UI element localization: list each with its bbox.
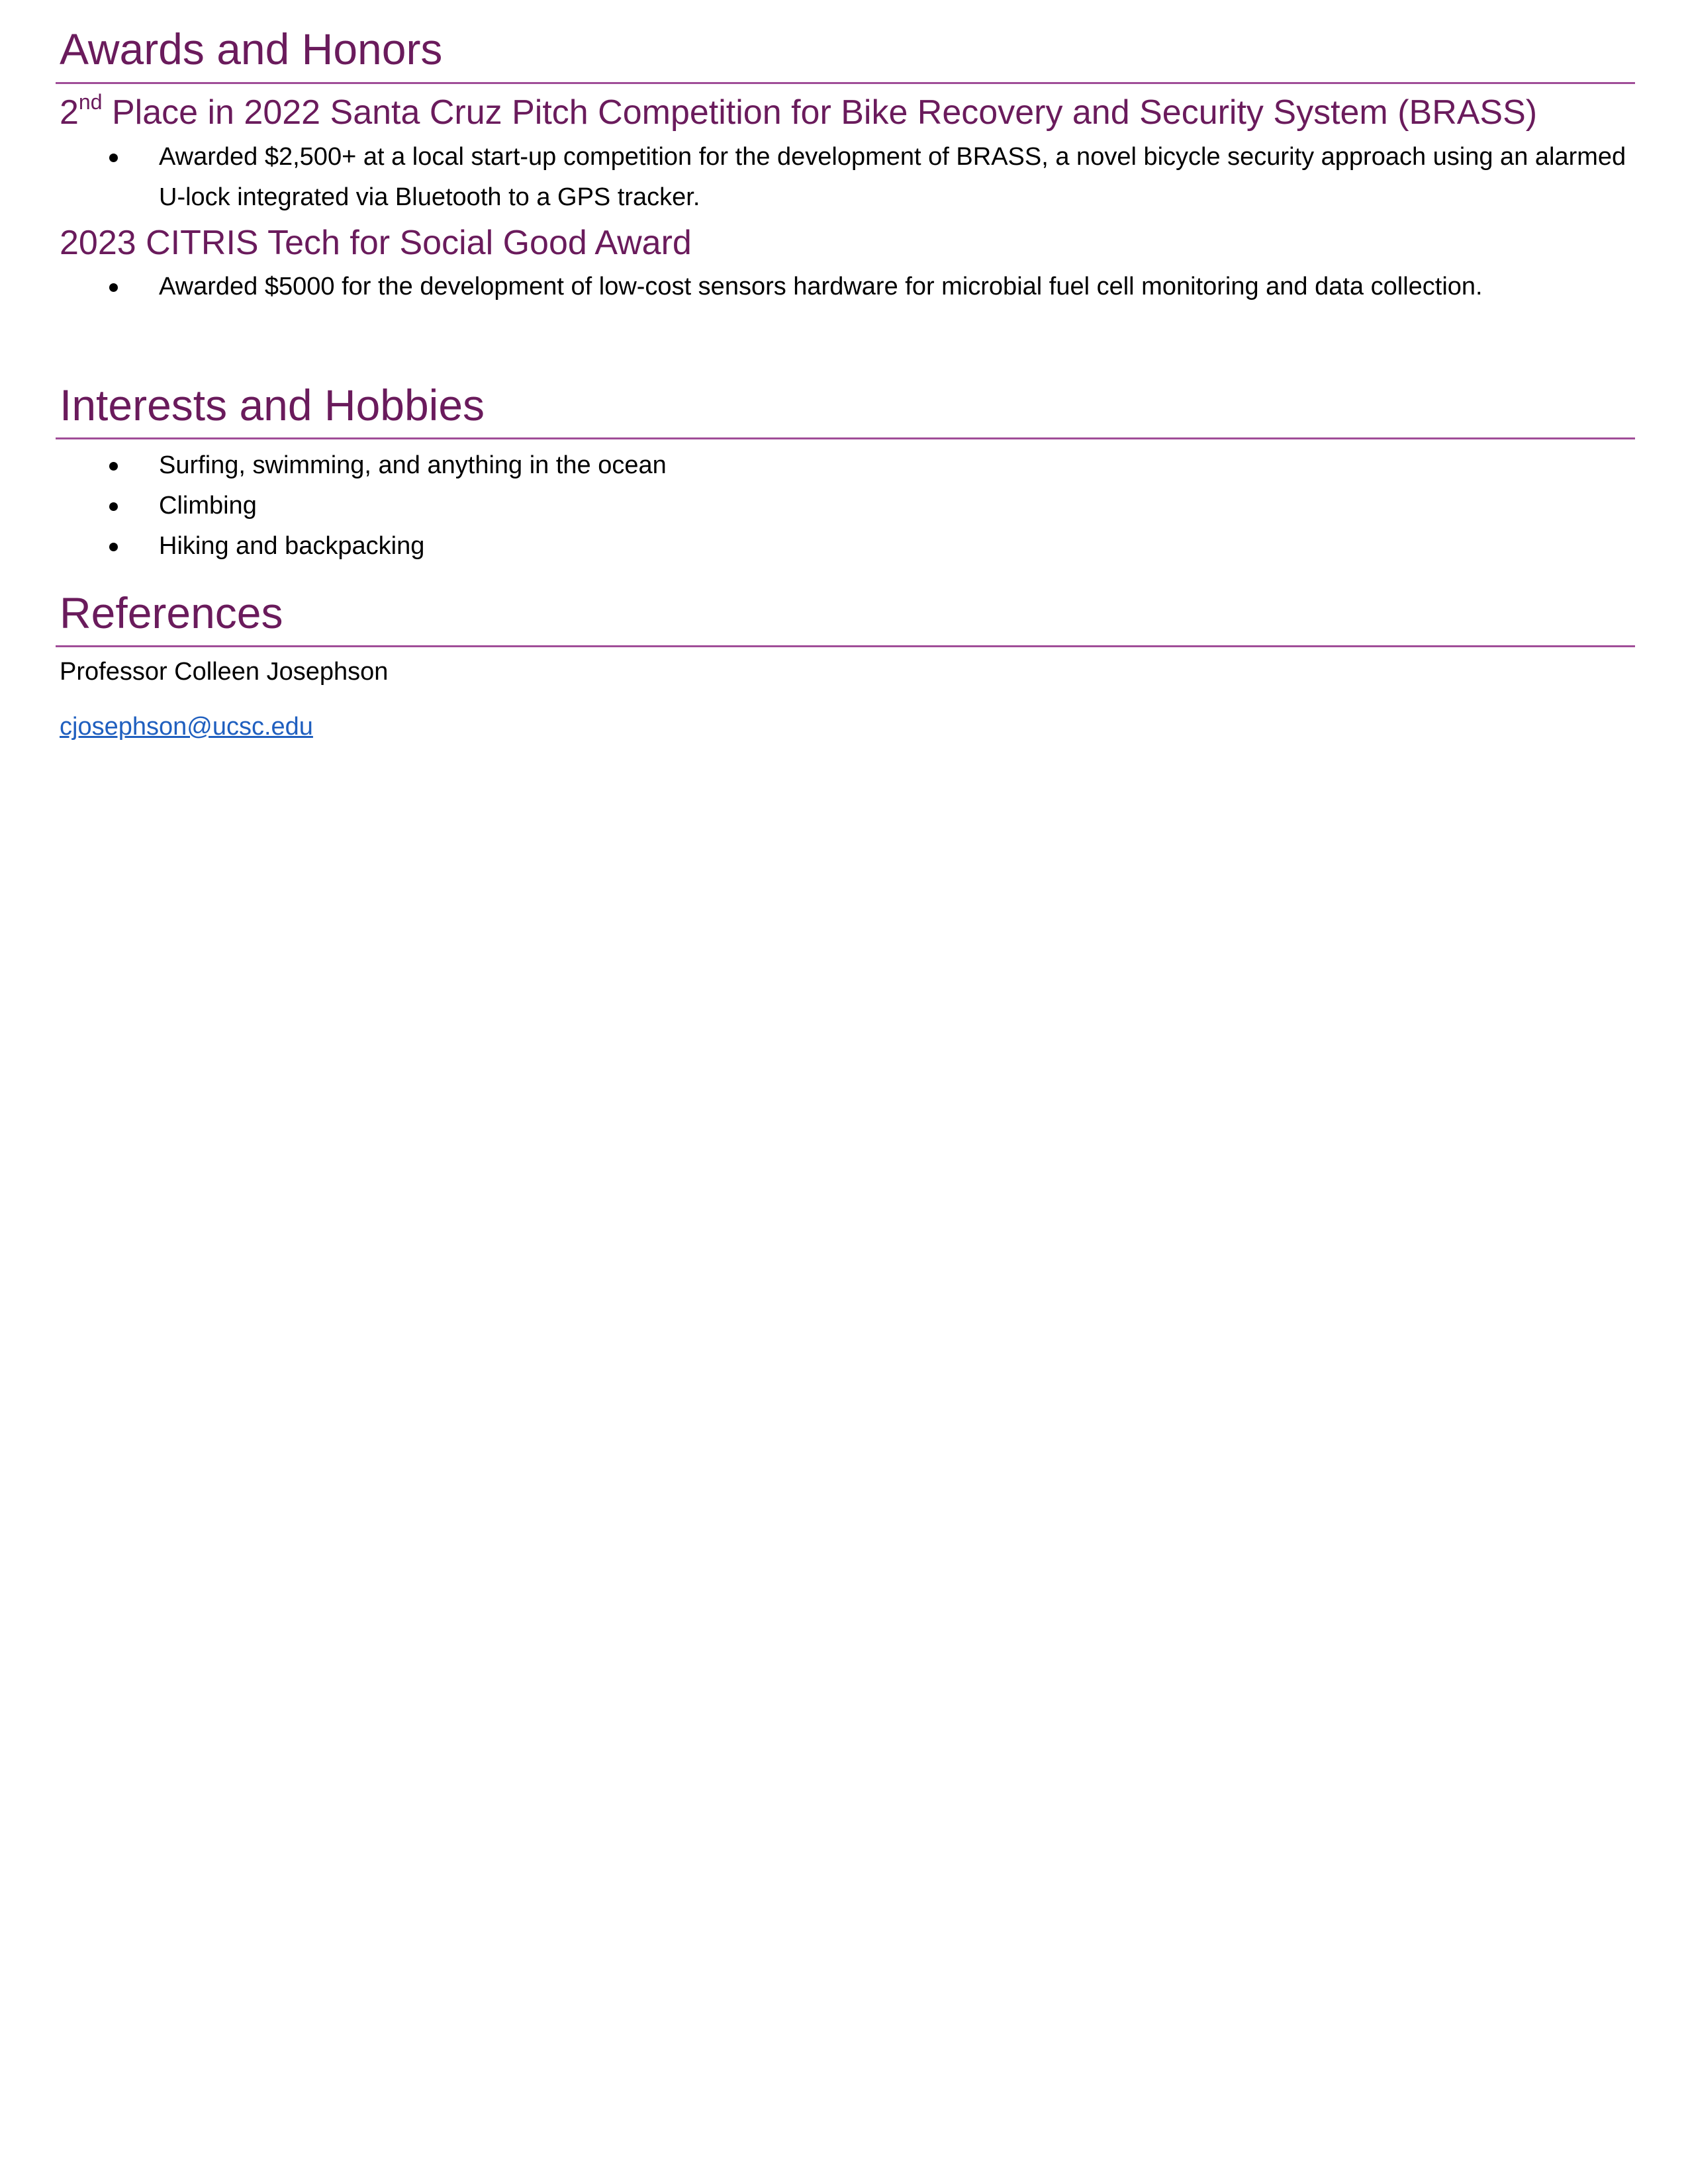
bullet-icon bbox=[109, 462, 118, 471]
awards-divider bbox=[56, 82, 1635, 84]
bullet-icon bbox=[109, 154, 118, 162]
award-title-brass-ordinal: 2 bbox=[60, 93, 79, 132]
bullet-icon bbox=[109, 543, 118, 551]
bullet-icon bbox=[109, 502, 118, 511]
document-page: Awards and Honors 2nd Place in 2022 Sant… bbox=[0, 0, 1688, 2184]
list-item: Awarded $5000 for the development of low… bbox=[0, 267, 1688, 307]
references-divider bbox=[56, 645, 1635, 647]
award-title-citris: 2023 CITRIS Tech for Social Good Award bbox=[60, 224, 692, 262]
list-item: Climbing bbox=[0, 486, 1688, 526]
awards-heading: Awards and Honors bbox=[60, 24, 443, 73]
bullet-icon bbox=[109, 283, 118, 292]
reference-name: Professor Colleen Josephson bbox=[60, 658, 389, 686]
interest-item: Surfing, swimming, and anything in the o… bbox=[159, 451, 667, 479]
interest-item: Hiking and backpacking bbox=[159, 532, 425, 560]
list-item: Hiking and backpacking bbox=[0, 526, 1688, 567]
interests-heading: Interests and Hobbies bbox=[60, 381, 485, 430]
list-item: Awarded $2,500+ at a local start-up comp… bbox=[0, 137, 1688, 218]
award-brass-description: Awarded $2,500+ at a local start-up comp… bbox=[159, 143, 1626, 211]
award-citris-description: Awarded $5000 for the development of low… bbox=[159, 273, 1483, 300]
award-title-brass-ordinal-suffix: nd bbox=[78, 89, 103, 114]
interests-divider bbox=[56, 437, 1635, 439]
interests-list: Surfing, swimming, and anything in the o… bbox=[0, 445, 1688, 567]
award-title-brass: 2nd Place in 2022 Santa Cruz Pitch Compe… bbox=[60, 91, 1537, 134]
references-heading: References bbox=[60, 588, 283, 637]
award-citris-bullets: Awarded $5000 for the development of low… bbox=[0, 267, 1688, 307]
list-item: Surfing, swimming, and anything in the o… bbox=[0, 445, 1688, 486]
reference-email-link[interactable]: cjosephson@ucsc.edu bbox=[60, 710, 313, 743]
award-title-brass-text: Place in 2022 Santa Cruz Pitch Competiti… bbox=[102, 93, 1538, 132]
interest-item: Climbing bbox=[159, 492, 257, 520]
award-brass-bullets: Awarded $2,500+ at a local start-up comp… bbox=[0, 137, 1688, 218]
